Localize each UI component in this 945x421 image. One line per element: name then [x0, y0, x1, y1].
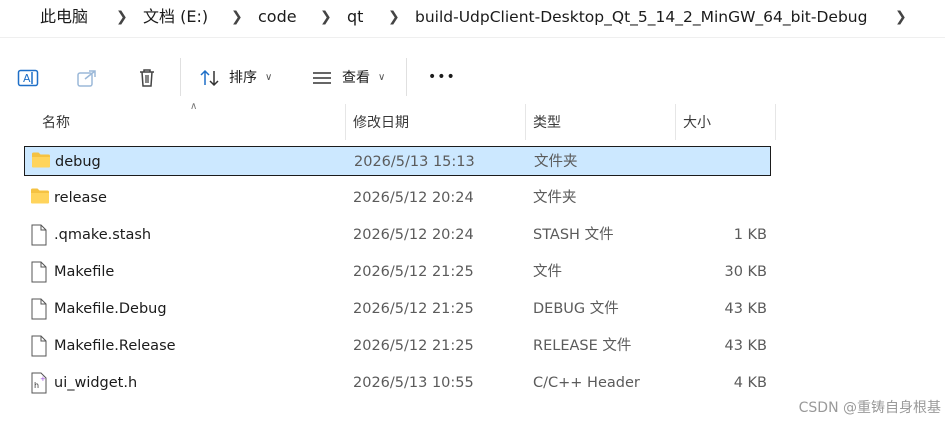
chevron-right-icon[interactable]: ❯ [116, 7, 128, 27]
header-file-icon: h + [30, 372, 48, 394]
file-modified-date: 2026/5/13 15:13 [354, 154, 475, 170]
file-modified-date: 2026/5/12 20:24 [353, 190, 474, 206]
file-type: STASH 文件 [533, 227, 614, 243]
breadcrumb-item-code[interactable]: code [258, 7, 297, 27]
toolbar-divider [180, 58, 181, 96]
svg-text:A: A [23, 72, 31, 85]
divider [0, 37, 945, 38]
column-divider[interactable] [345, 104, 346, 140]
delete-icon[interactable] [135, 66, 159, 90]
share-icon[interactable] [75, 66, 99, 90]
column-divider[interactable] [675, 104, 676, 140]
column-header-modified[interactable]: 修改日期 [353, 114, 409, 132]
column-header-name[interactable]: 名称 [42, 114, 70, 132]
file-type: DEBUG 文件 [533, 301, 619, 317]
folder-icon [31, 151, 50, 173]
view-icon[interactable] [310, 66, 334, 90]
breadcrumb-item-build-folder[interactable]: build-UdpClient-Desktop_Qt_5_14_2_MinGW_… [415, 7, 867, 27]
chevron-down-icon[interactable]: ∨ [378, 69, 385, 87]
file-row[interactable]: h + ui_widget.h 2026/5/13 10:55 C/C++ Header… [24, 368, 771, 398]
file-size: 43 KB [724, 338, 767, 354]
file-name: ui_widget.h [54, 375, 138, 391]
breadcrumb: 此电脑 ❯ 文档 (E:) ❯ code ❯ qt ❯ build-UdpCli… [0, 0, 945, 36]
column-header-type[interactable]: 类型 [533, 114, 561, 132]
chevron-right-icon[interactable]: ❯ [388, 7, 400, 27]
file-modified-date: 2026/5/12 21:25 [353, 338, 474, 354]
file-size: 43 KB [724, 301, 767, 317]
file-modified-date: 2026/5/12 21:25 [353, 264, 474, 280]
file-name: debug [55, 154, 101, 170]
svg-text:h: h [34, 381, 39, 390]
breadcrumb-item-this-pc[interactable]: 此电脑 [40, 7, 88, 27]
file-type: C/C++ Header [533, 375, 640, 391]
breadcrumb-item-drive-e[interactable]: 文档 (E:) [143, 7, 208, 27]
column-header-size[interactable]: 大小 [683, 114, 711, 132]
file-name: Makefile.Release [54, 338, 176, 354]
sort-ascending-icon: ∧ [190, 101, 198, 112]
file-icon [30, 335, 48, 357]
file-row[interactable]: debug 2026/5/13 15:13 文件夹 [24, 146, 771, 176]
sort-icon[interactable] [198, 66, 222, 90]
file-modified-date: 2026/5/12 21:25 [353, 301, 474, 317]
file-size: 4 KB [733, 375, 767, 391]
file-name: .qmake.stash [54, 227, 152, 243]
chevron-right-icon[interactable]: ❯ [231, 7, 243, 27]
file-row[interactable]: .qmake.stash 2026/5/12 20:24 STASH 文件 1 KB [24, 220, 771, 250]
breadcrumb-item-qt[interactable]: qt [347, 7, 363, 27]
file-type: 文件 [533, 264, 562, 280]
file-type: RELEASE 文件 [533, 338, 632, 354]
svg-text:+: + [40, 375, 46, 383]
file-row[interactable]: Makefile.Release 2026/5/12 21:25 RELEASE 文… [24, 331, 771, 361]
file-size: 1 KB [733, 227, 767, 243]
toolbar-divider [406, 58, 407, 96]
sort-button[interactable]: 排序 [229, 69, 257, 87]
file-icon [30, 298, 48, 320]
file-type: 文件夹 [533, 190, 577, 206]
chevron-down-icon[interactable]: ∨ [265, 69, 272, 87]
file-modified-date: 2026/5/13 10:55 [353, 375, 474, 391]
watermark: CSDN @重铸自身根基 [798, 400, 941, 416]
file-icon [30, 261, 48, 283]
chevron-right-icon[interactable]: ❯ [320, 7, 332, 27]
file-type: 文件夹 [534, 154, 578, 170]
file-name: release [54, 190, 107, 206]
file-size: 30 KB [724, 264, 767, 280]
file-row[interactable]: release 2026/5/12 20:24 文件夹 [24, 183, 771, 213]
column-divider[interactable] [775, 104, 776, 140]
view-button[interactable]: 查看 [342, 69, 370, 87]
folder-icon [30, 187, 49, 209]
column-divider[interactable] [525, 104, 526, 140]
file-name: Makefile.Debug [54, 301, 167, 317]
file-row[interactable]: Makefile 2026/5/12 21:25 文件 30 KB [24, 257, 771, 287]
file-row[interactable]: Makefile.Debug 2026/5/12 21:25 DEBUG 文件 43 … [24, 294, 771, 324]
more-options-button[interactable]: ••• [428, 68, 456, 86]
chevron-right-icon[interactable]: ❯ [895, 7, 907, 27]
file-modified-date: 2026/5/12 20:24 [353, 227, 474, 243]
file-icon [30, 224, 48, 246]
file-name: Makefile [54, 264, 115, 280]
rename-icon[interactable]: A [16, 66, 40, 90]
